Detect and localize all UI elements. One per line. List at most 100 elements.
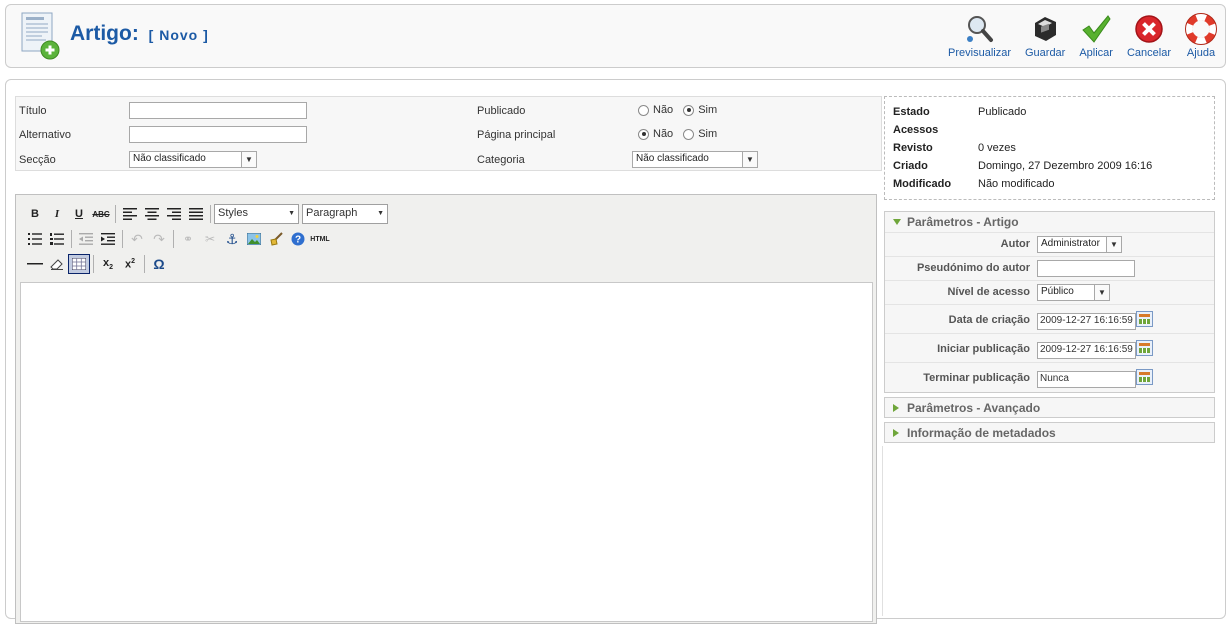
category-select[interactable]: Não classificado ▼ — [632, 151, 758, 168]
published-yes-radio[interactable] — [683, 104, 695, 116]
align-justify-icon — [189, 208, 203, 220]
alias-label: Alternativo — [19, 129, 71, 141]
insert-image-button[interactable] — [243, 229, 265, 249]
main-content: Título Alternativo Secção Não classifica… — [5, 79, 1226, 624]
info-value: 0 vezes — [978, 142, 1016, 154]
chevron-down-icon: ▼ — [1106, 237, 1121, 252]
access-level-select-value: Público — [1041, 286, 1074, 297]
format-dropdown[interactable]: Paragraph ▼ — [302, 204, 388, 224]
cancel-button[interactable]: Cancelar — [1127, 13, 1171, 59]
frontpage-no-radio[interactable] — [638, 128, 649, 140]
frontpage-label: Página principal — [477, 129, 556, 141]
bold-button[interactable]: B — [24, 204, 46, 224]
calendar-icon[interactable] — [1136, 369, 1153, 385]
help-editor-button[interactable]: ? — [287, 229, 309, 249]
editor-content-area[interactable] — [20, 282, 873, 622]
preview-icon — [966, 16, 993, 42]
cancel-icon — [1135, 15, 1163, 43]
editor-toolbar-row-2: ↶ ↷ ⚭ ✂ ⚓ ? HTML — [24, 228, 331, 250]
align-right-button[interactable] — [163, 204, 185, 224]
insert-link-button[interactable]: ⚭ — [177, 229, 199, 249]
question-icon: ? — [291, 232, 305, 246]
strikethrough-button[interactable]: ABC — [90, 204, 112, 224]
align-justify-button[interactable] — [185, 204, 207, 224]
publish-down-input[interactable]: Nunca — [1037, 371, 1136, 388]
apply-button[interactable]: Aplicar — [1079, 13, 1113, 59]
author-alias-label: Pseudónimo do autor — [916, 262, 1030, 274]
calendar-icon[interactable] — [1136, 311, 1153, 327]
align-right-icon — [167, 208, 181, 220]
preview-button[interactable]: Previsualizar — [948, 13, 1011, 59]
unlink-button[interactable]: ✂ — [199, 229, 221, 249]
align-left-button[interactable] — [119, 204, 141, 224]
article-params-panel: Parâmetros - Artigo Autor Administrator … — [884, 211, 1215, 393]
triangle-down-icon — [893, 219, 901, 225]
align-left-icon — [123, 208, 137, 220]
page-title-text: Artigo: — [70, 22, 139, 45]
published-no-radio[interactable] — [638, 104, 649, 116]
numbered-list-button[interactable] — [46, 229, 68, 249]
section-select[interactable]: Não classificado ▼ — [129, 151, 257, 168]
anchor-button[interactable]: ⚓ — [221, 229, 243, 249]
param-row-publish-up: Iniciar publicação 2009-12-27 16:16:59 — [885, 333, 1214, 362]
superscript-icon: x2 — [124, 257, 136, 271]
created-date-input[interactable]: 2009-12-27 16:16:59 — [1037, 313, 1136, 330]
frontpage-no-label: Não — [653, 128, 674, 140]
toolbar-separator — [144, 255, 145, 273]
toolbar-separator — [122, 230, 123, 248]
title-input[interactable] — [129, 102, 307, 119]
format-dropdown-label: Paragraph — [306, 207, 358, 219]
triangle-right-icon — [893, 429, 899, 437]
info-key: Estado — [893, 106, 930, 118]
undo-icon: ↶ — [131, 230, 143, 247]
author-select[interactable]: Administrator ▼ — [1037, 236, 1122, 253]
indent-button[interactable] — [97, 229, 119, 249]
toolbar-separator — [93, 255, 94, 273]
cleanup-button[interactable] — [265, 229, 287, 249]
calendar-icon[interactable] — [1136, 340, 1153, 356]
author-label: Autor — [1000, 238, 1030, 250]
advanced-params-toggle[interactable]: Parâmetros - Avançado — [885, 398, 1214, 418]
info-key: Acessos — [893, 124, 939, 136]
frontpage-yes-radio[interactable] — [683, 128, 695, 140]
chevron-down-icon: ▼ — [742, 152, 757, 167]
underline-button[interactable]: U — [68, 204, 90, 224]
html-source-button[interactable]: HTML — [309, 229, 331, 249]
article-params-toggle[interactable]: Parâmetros - Artigo — [885, 212, 1214, 232]
publish-up-input[interactable]: 2009-12-27 16:16:59 — [1037, 342, 1136, 359]
link-icon: ⚭ — [182, 232, 194, 246]
metadata-title: Informação de metadados — [907, 426, 1056, 440]
help-button[interactable]: Ajuda — [1185, 13, 1217, 59]
author-alias-input[interactable] — [1037, 260, 1135, 277]
action-toolbar: Previsualizar Guardar Aplicar Cancelar A… — [934, 13, 1217, 59]
toolbar-separator — [210, 205, 211, 223]
visual-aid-button[interactable] — [68, 254, 90, 274]
frontpage-yes-label: Sim — [698, 128, 718, 140]
bullet-list-icon — [28, 233, 42, 245]
superscript-button[interactable]: x2 — [119, 254, 141, 274]
align-center-button[interactable] — [141, 204, 163, 224]
outdent-button[interactable] — [75, 229, 97, 249]
bullet-list-button[interactable] — [24, 229, 46, 249]
access-level-label: Nível de acesso — [947, 286, 1030, 298]
remove-format-button[interactable] — [46, 254, 68, 274]
special-char-button[interactable]: Ω — [148, 254, 170, 274]
apply-icon — [1082, 15, 1111, 43]
page-title-status: [ Novo ] — [148, 27, 209, 43]
header-toolbar: Artigo: [ Novo ] Previsualizar Guardar A… — [5, 4, 1226, 68]
horizontal-rule-icon — [27, 263, 43, 265]
undo-button[interactable]: ↶ — [126, 229, 148, 249]
italic-button[interactable]: I — [46, 204, 68, 224]
subscript-button[interactable]: x2 — [97, 254, 119, 274]
page-title: Artigo: [ Novo ] — [70, 22, 209, 46]
apply-label: Aplicar — [1079, 47, 1113, 59]
save-button[interactable]: Guardar — [1025, 13, 1065, 59]
metadata-toggle[interactable]: Informação de metadados — [885, 423, 1214, 443]
styles-dropdown-label: Styles — [218, 207, 248, 219]
styles-dropdown[interactable]: Styles ▼ — [214, 204, 299, 224]
info-value: Publicado — [978, 106, 1027, 118]
redo-button[interactable]: ↷ — [148, 229, 170, 249]
horizontal-rule-button[interactable] — [24, 254, 46, 274]
access-level-select[interactable]: Público ▼ — [1037, 284, 1110, 301]
alias-input[interactable] — [129, 126, 307, 143]
